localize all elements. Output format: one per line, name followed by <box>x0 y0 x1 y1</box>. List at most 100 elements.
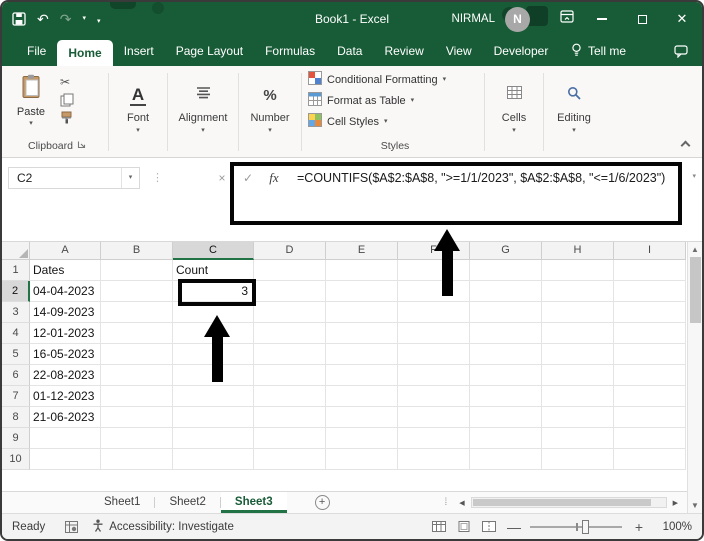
cut-icon[interactable]: ✂ <box>60 76 74 89</box>
cell-I8[interactable] <box>614 407 686 428</box>
cell-H4[interactable] <box>542 323 614 344</box>
ribbon-display-options-icon[interactable] <box>552 10 582 28</box>
cell-H5[interactable] <box>542 344 614 365</box>
editing-group-button[interactable]: Editing ▾ <box>546 69 602 157</box>
tab-view[interactable]: View <box>435 36 483 66</box>
row-header-9[interactable]: 9 <box>2 428 30 449</box>
tab-file[interactable]: File <box>16 36 57 66</box>
save-icon[interactable] <box>12 12 26 26</box>
collapse-ribbon-button[interactable] <box>678 139 692 151</box>
cell-F5[interactable] <box>398 344 470 365</box>
cell-E1[interactable] <box>326 260 398 281</box>
cell-B7[interactable] <box>101 386 173 407</box>
tab-insert[interactable]: Insert <box>113 36 165 66</box>
cell-C5[interactable] <box>173 344 254 365</box>
cell-D8[interactable] <box>254 407 326 428</box>
cell-C8[interactable] <box>173 407 254 428</box>
cell-G2[interactable] <box>470 281 542 302</box>
cell-A8[interactable]: 21-06-2023 <box>30 407 101 428</box>
cell-H10[interactable] <box>542 449 614 470</box>
qat-dropdown-icon[interactable]: ▾ <box>82 12 86 26</box>
cell-C6[interactable] <box>173 365 254 386</box>
cell-D9[interactable] <box>254 428 326 449</box>
cell-C4[interactable] <box>173 323 254 344</box>
cell-F10[interactable] <box>398 449 470 470</box>
cell-I7[interactable] <box>614 386 686 407</box>
tab-developer[interactable]: Developer <box>483 36 560 66</box>
account-avatar[interactable]: N <box>505 6 530 32</box>
cell-E7[interactable] <box>326 386 398 407</box>
cell-E9[interactable] <box>326 428 398 449</box>
enter-button[interactable]: ✓ <box>235 167 261 189</box>
scrollbar-grip-icon[interactable]: ⁞ <box>438 497 453 508</box>
redo-icon[interactable]: ↷ <box>60 12 72 26</box>
formula-bar-expand-icon[interactable]: ▾ <box>692 172 696 180</box>
cell-F4[interactable] <box>398 323 470 344</box>
number-group-button[interactable]: % Number ▾ <box>241 69 299 157</box>
cell-D2[interactable] <box>254 281 326 302</box>
zoom-level[interactable]: 100% <box>656 521 692 533</box>
cell-F9[interactable] <box>398 428 470 449</box>
column-header-d[interactable]: D <box>254 242 326 260</box>
cell-I3[interactable] <box>614 302 686 323</box>
sheet-tab-sheet2[interactable]: Sheet2 <box>155 492 219 513</box>
cell-G6[interactable] <box>470 365 542 386</box>
cell-A7[interactable]: 01-12-2023 <box>30 386 101 407</box>
column-header-a[interactable]: A <box>30 242 101 260</box>
accessibility-status[interactable]: Accessibility: Investigate <box>92 519 234 535</box>
scroll-up-arrow-icon[interactable]: ▲ <box>691 242 699 257</box>
cell-E5[interactable] <box>326 344 398 365</box>
cell-A1[interactable]: Dates <box>30 260 101 281</box>
row-header-2[interactable]: 2 <box>2 281 30 302</box>
cell-D10[interactable] <box>254 449 326 470</box>
cell-I9[interactable] <box>614 428 686 449</box>
cell-E8[interactable] <box>326 407 398 428</box>
cell-D5[interactable] <box>254 344 326 365</box>
cell-A5[interactable]: 16-05-2023 <box>30 344 101 365</box>
h-scroll-right-arrow-icon[interactable]: ▶ <box>667 499 684 507</box>
cell-H6[interactable] <box>542 365 614 386</box>
cell-H1[interactable] <box>542 260 614 281</box>
cell-H2[interactable] <box>542 281 614 302</box>
row-header-5[interactable]: 5 <box>2 344 30 365</box>
name-box-dropdown-icon[interactable]: ▾ <box>121 168 139 188</box>
horizontal-scrollbar[interactable] <box>470 497 667 508</box>
cell-G8[interactable] <box>470 407 542 428</box>
column-header-h[interactable]: H <box>542 242 614 260</box>
cell-I10[interactable] <box>614 449 686 470</box>
row-header-4[interactable]: 4 <box>2 323 30 344</box>
cell-G10[interactable] <box>470 449 542 470</box>
zoom-out-button[interactable]: — <box>507 519 521 535</box>
row-header-6[interactable]: 6 <box>2 365 30 386</box>
alignment-group-button[interactable]: Alignment ▾ <box>170 69 236 157</box>
name-box-resize-grip[interactable]: ⋮ <box>152 167 163 189</box>
zoom-slider-thumb[interactable] <box>582 519 589 534</box>
vertical-scrollbar-thumb[interactable] <box>689 257 701 323</box>
cell-A2[interactable]: 04-04-2023 <box>30 281 101 302</box>
format-painter-icon[interactable] <box>60 111 74 124</box>
cell-D6[interactable] <box>254 365 326 386</box>
maximize-button[interactable] <box>622 2 662 36</box>
cell-A10[interactable] <box>30 449 101 470</box>
paste-button[interactable]: Paste ▾ <box>8 71 54 128</box>
undo-icon[interactable]: ↶ <box>37 12 49 26</box>
minimize-button[interactable] <box>582 2 622 36</box>
cell-E6[interactable] <box>326 365 398 386</box>
cell-C9[interactable] <box>173 428 254 449</box>
cell-F6[interactable] <box>398 365 470 386</box>
cancel-button[interactable]: × <box>209 167 235 189</box>
cells-group-button[interactable]: Cells ▾ <box>487 69 541 157</box>
row-header-3[interactable]: 3 <box>2 302 30 323</box>
cell-B5[interactable] <box>101 344 173 365</box>
cell-I5[interactable] <box>614 344 686 365</box>
cell-B2[interactable] <box>101 281 173 302</box>
cell-H3[interactable] <box>542 302 614 323</box>
normal-view-icon[interactable] <box>432 521 446 532</box>
h-scroll-left-arrow-icon[interactable]: ◀ <box>453 499 470 507</box>
cell-G9[interactable] <box>470 428 542 449</box>
sheet-tab-sheet3-active[interactable]: Sheet3 <box>220 492 287 513</box>
column-header-e[interactable]: E <box>326 242 398 260</box>
cell-A9[interactable] <box>30 428 101 449</box>
select-all-corner[interactable] <box>2 242 30 260</box>
cell-B6[interactable] <box>101 365 173 386</box>
